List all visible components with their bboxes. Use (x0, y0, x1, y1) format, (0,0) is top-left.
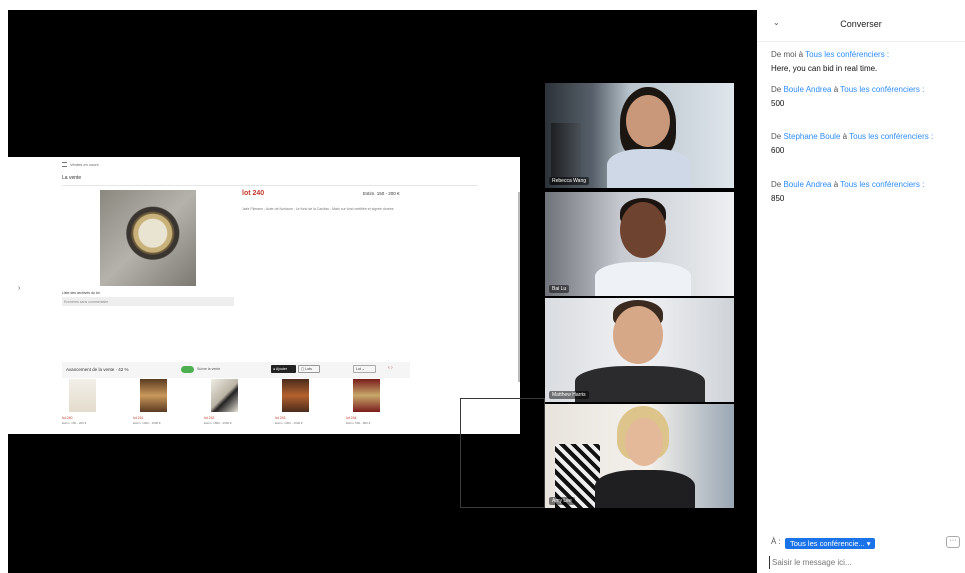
lot-thumb-number: lot 240 (62, 416, 73, 420)
participant-tile[interactable]: Rebecca Wang (545, 83, 734, 188)
chat-message: De Boule Andrea à Tous les conférenciers… (771, 84, 956, 110)
shared-scrollbar[interactable] (518, 192, 520, 382)
lot-title: lot 240 (242, 190, 265, 197)
lot-estimate: Estim. 150 - 200 € (363, 191, 400, 196)
message-text: 850 (771, 194, 785, 203)
meeting-window: Ventes en cours La vente lot 240 Estim. … (0, 0, 965, 573)
pagination-arrows[interactable]: ‹ › (388, 365, 393, 371)
add-button[interactable]: ● Ajouter (271, 365, 296, 373)
lot-thumb-image (211, 379, 238, 412)
message-meta: De Boule Andrea à Tous les conférenciers… (771, 85, 925, 94)
lot-thumb-estimate: Estim. 500 - 800 € (346, 421, 371, 425)
lots-button[interactable]: ▢ Lots (298, 365, 320, 373)
lot-description: Jaëz Plimann ; Acier de Norlaum ; Le fon… (242, 207, 394, 211)
shirt (595, 262, 691, 296)
chat-message: De Stephane Boule à Tous les conférencie… (771, 131, 956, 157)
lot-thumb[interactable]: lot 242 Estim. 1800 - 2500 € (204, 379, 242, 425)
message-text: 600 (771, 146, 785, 155)
chat-panel: ⌄ Converser De moi à Tous les conférenci… (757, 0, 965, 573)
lot-thumb[interactable]: lot 244 Estim. 500 - 800 € (346, 379, 384, 425)
lot-thumb-image (69, 379, 96, 412)
lot-thumb-image (353, 379, 380, 412)
participant-tile[interactable]: Bai Lu (545, 192, 734, 296)
participant-tile[interactable]: Amy Lee (545, 404, 734, 508)
video-stage: Ventes en cours La vente lot 240 Estim. … (0, 0, 757, 573)
jacket (595, 470, 695, 508)
message-meta: De moi à Tous les conférenciers : (771, 50, 890, 59)
participant-name: Rebecca Wang (549, 177, 589, 185)
chat-message: De Boule Andrea à Tous les conférenciers… (771, 179, 956, 205)
lot-thumb-number: lot 242 (204, 416, 215, 420)
lot-list-label: Liste des archives du lot (62, 291, 100, 295)
chevron-right-icon[interactable]: › (18, 285, 20, 292)
lot-image (100, 190, 196, 286)
chat-message-input[interactable] (769, 556, 959, 569)
participant-name: Matthew Harris (549, 391, 589, 399)
chat-title: Converser (840, 19, 882, 29)
shelf-decor (551, 123, 581, 185)
face (620, 202, 666, 258)
shared-screen[interactable]: Ventes en cours La vente lot 240 Estim. … (8, 157, 520, 434)
participant-tile[interactable]: Matthew Harris (545, 298, 734, 402)
chat-header: ⌄ Converser (757, 0, 965, 42)
follow-toggle-label: Suivre la vente (197, 367, 221, 371)
message-text: 500 (771, 99, 785, 108)
tile-outline (460, 398, 545, 508)
recipient-select[interactable]: Tous les conférencie... ▾ (785, 538, 876, 549)
participant-name: Bai Lu (549, 285, 570, 293)
face (625, 418, 663, 466)
lot-list-field[interactable]: Enchères sans commentaire (62, 297, 234, 306)
face (613, 306, 663, 364)
recipient-label: À : (771, 537, 781, 546)
lot-thumb-estimate: Estim. 1300 - 1600 € (275, 421, 303, 425)
lot-thumb-estimate: Estim. 1800 - 2500 € (204, 421, 232, 425)
message-meta: De Boule Andrea à Tous les conférenciers… (771, 180, 925, 189)
lot-thumb[interactable]: lot 240 Estim. 150 - 200 € (62, 379, 100, 425)
lot-thumb-estimate: Estim. 150 - 200 € (62, 421, 87, 425)
jacket (575, 366, 705, 402)
lot-thumb-estimate: Estim. 1000 - 1500 € (133, 421, 161, 425)
shirt (607, 149, 691, 188)
lot-thumb-image (282, 379, 309, 412)
lot-thumb-number: lot 241 (133, 416, 144, 420)
shared-header: Ventes en cours (62, 162, 99, 167)
lot-thumb-image (140, 379, 167, 412)
participant-name: Amy Lee (549, 497, 575, 505)
lot-thumb-number: lot 244 (346, 416, 357, 420)
chat-message: De moi à Tous les conférenciers : Here, … (771, 49, 956, 75)
lot-thumb[interactable]: lot 241 Estim. 1000 - 1500 € (133, 379, 171, 425)
message-text: Here, you can bid in real time. (771, 64, 878, 73)
lot-thumb[interactable]: lot 243 Estim. 1300 - 1600 € (275, 379, 313, 425)
lot-select[interactable]: Lot ⌄ (353, 365, 376, 373)
message-meta: De Stephane Boule à Tous les conférencie… (771, 132, 934, 141)
follow-toggle[interactable] (181, 366, 194, 373)
lot-thumb-number: lot 243 (275, 416, 286, 420)
more-options-button[interactable]: ··· (946, 536, 960, 548)
tab-divider (62, 185, 478, 186)
face (626, 95, 670, 147)
progress-text: Avancement de la vente · 42 % (66, 367, 129, 372)
